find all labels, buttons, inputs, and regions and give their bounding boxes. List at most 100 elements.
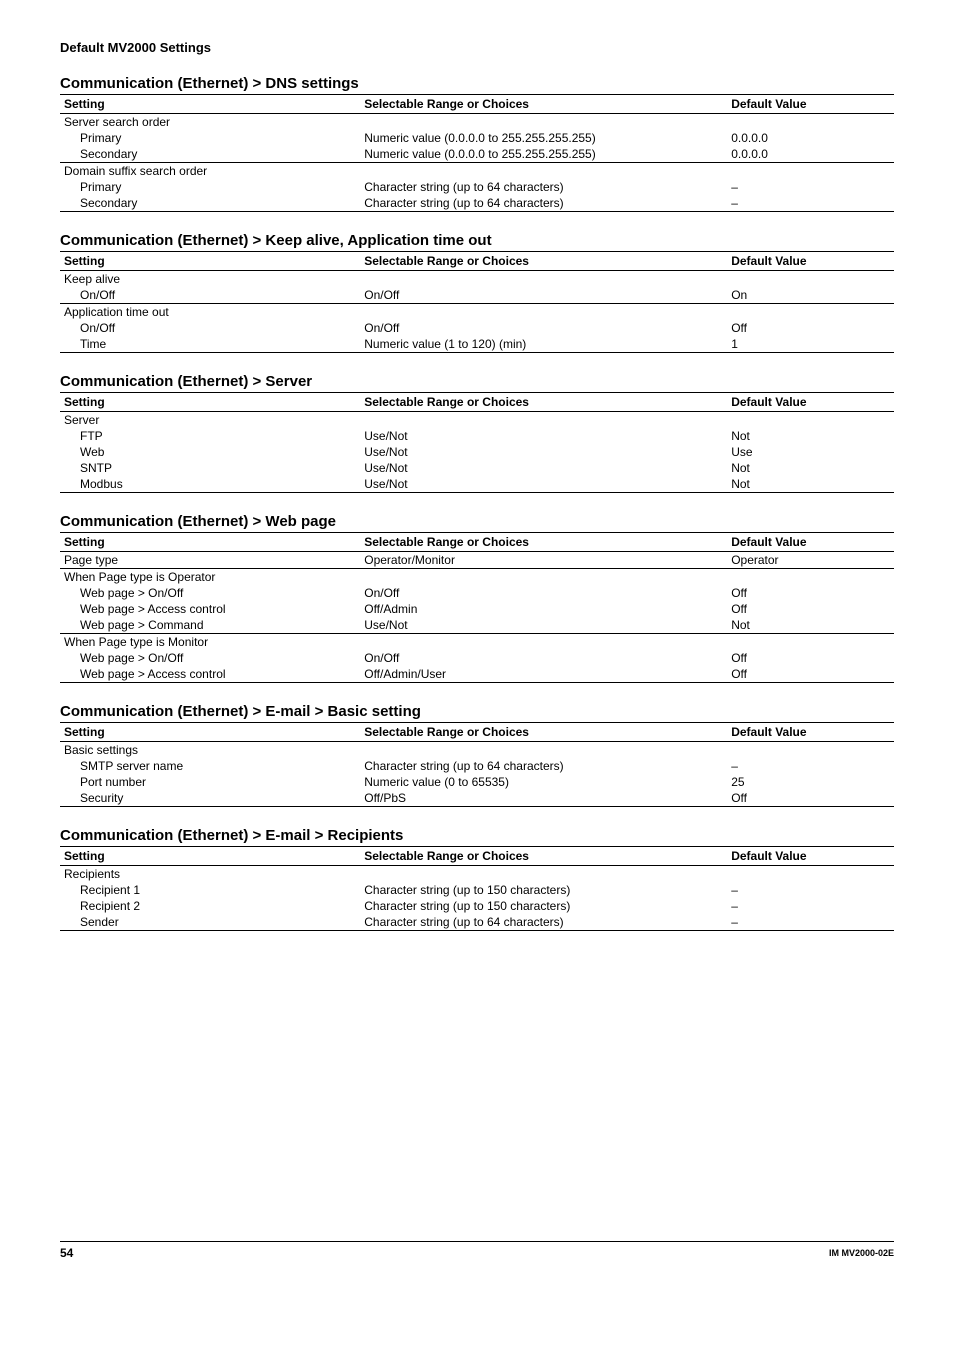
table-header-choices: Selectable Range or Choices: [360, 533, 727, 552]
section-title: Communication (Ethernet) > DNS settings: [60, 75, 894, 92]
section-title: Communication (Ethernet) > Web page: [60, 513, 894, 530]
section-title: Communication (Ethernet) > E-mail > Basi…: [60, 703, 894, 720]
sections-container: Communication (Ethernet) > DNS settings S…: [60, 75, 894, 931]
section-title: Communication (Ethernet) > E-mail > Reci…: [60, 827, 894, 844]
default-cell: Off: [727, 601, 894, 617]
table-row: SecurityOff/PbSOff: [60, 790, 894, 807]
table-row: SenderCharacter string (up to 64 charact…: [60, 914, 894, 931]
choices-cell: Use/Not: [360, 444, 727, 460]
default-cell: [727, 304, 894, 321]
default-cell: 0.0.0.0: [727, 130, 894, 146]
setting-cell: FTP: [60, 428, 360, 444]
settings-table: SettingSelectable Range or ChoicesDefaul…: [60, 94, 894, 212]
setting-cell: Keep alive: [60, 271, 360, 288]
setting-cell: Secondary: [60, 195, 360, 212]
default-cell: Not: [727, 428, 894, 444]
table-row: On/OffOn/OffOff: [60, 320, 894, 336]
setting-cell: Time: [60, 336, 360, 353]
setting-cell: Basic settings: [60, 742, 360, 759]
choices-cell: Use/Not: [360, 428, 727, 444]
table-row: When Page type is Monitor: [60, 634, 894, 651]
table-row: Web page > Access controlOff/Admin/UserO…: [60, 666, 894, 683]
table-row: On/OffOn/OffOn: [60, 287, 894, 304]
settings-table: SettingSelectable Range or ChoicesDefaul…: [60, 251, 894, 353]
table-header-choices: Selectable Range or Choices: [360, 252, 727, 271]
table-header-choices: Selectable Range or Choices: [360, 393, 727, 412]
table-header-setting: Setting: [60, 252, 360, 271]
default-cell: 1: [727, 336, 894, 353]
table-row: When Page type is Operator: [60, 569, 894, 586]
default-cell: –: [727, 758, 894, 774]
setting-cell: Recipient 1: [60, 882, 360, 898]
default-cell: Off: [727, 650, 894, 666]
choices-cell: [360, 114, 727, 131]
choices-cell: [360, 569, 727, 586]
document-id: IM MV2000-02E: [829, 1248, 894, 1258]
table-row: Port numberNumeric value (0 to 65535)25: [60, 774, 894, 790]
choices-cell: Numeric value (1 to 120) (min): [360, 336, 727, 353]
table-row: WebUse/NotUse: [60, 444, 894, 460]
setting-cell: Web page > Command: [60, 617, 360, 634]
choices-cell: Numeric value (0 to 65535): [360, 774, 727, 790]
choices-cell: On/Off: [360, 320, 727, 336]
choices-cell: On/Off: [360, 585, 727, 601]
default-cell: Operator: [727, 552, 894, 569]
setting-cell: On/Off: [60, 320, 360, 336]
choices-cell: Character string (up to 64 characters): [360, 914, 727, 931]
default-cell: [727, 569, 894, 586]
table-header-default: Default Value: [727, 393, 894, 412]
table-row: Web page > Access controlOff/AdminOff: [60, 601, 894, 617]
default-cell: Not: [727, 476, 894, 493]
table-header-default: Default Value: [727, 847, 894, 866]
choices-cell: Off/PbS: [360, 790, 727, 807]
table-row: Keep alive: [60, 271, 894, 288]
setting-cell: Primary: [60, 130, 360, 146]
setting-cell: Server search order: [60, 114, 360, 131]
table-row: Page typeOperator/MonitorOperator: [60, 552, 894, 569]
page-container: Default MV2000 Settings Communication (E…: [0, 0, 954, 1280]
default-cell: Off: [727, 320, 894, 336]
section-title: Communication (Ethernet) > Keep alive, A…: [60, 232, 894, 249]
default-cell: Use: [727, 444, 894, 460]
setting-cell: Domain suffix search order: [60, 163, 360, 180]
choices-cell: [360, 634, 727, 651]
table-row: Web page > CommandUse/NotNot: [60, 617, 894, 634]
default-cell: –: [727, 882, 894, 898]
choices-cell: Numeric value (0.0.0.0 to 255.255.255.25…: [360, 130, 727, 146]
table-row: Web page > On/OffOn/OffOff: [60, 585, 894, 601]
setting-cell: Primary: [60, 179, 360, 195]
table-row: Application time out: [60, 304, 894, 321]
default-cell: [727, 634, 894, 651]
choices-cell: Operator/Monitor: [360, 552, 727, 569]
setting-cell: Recipient 2: [60, 898, 360, 914]
default-cell: [727, 163, 894, 180]
table-header-default: Default Value: [727, 533, 894, 552]
choices-cell: [360, 412, 727, 429]
settings-table: SettingSelectable Range or ChoicesDefaul…: [60, 846, 894, 931]
default-cell: –: [727, 179, 894, 195]
default-cell: Off: [727, 585, 894, 601]
choices-cell: Character string (up to 64 characters): [360, 195, 727, 212]
choices-cell: On/Off: [360, 650, 727, 666]
choices-cell: Character string (up to 64 characters): [360, 758, 727, 774]
default-cell: [727, 114, 894, 131]
default-cell: On: [727, 287, 894, 304]
choices-cell: Off/Admin/User: [360, 666, 727, 683]
choices-cell: Numeric value (0.0.0.0 to 255.255.255.25…: [360, 146, 727, 163]
default-cell: [727, 412, 894, 429]
table-header-default: Default Value: [727, 95, 894, 114]
page-footer: 54 IM MV2000-02E: [60, 1241, 894, 1260]
table-row: Recipient 1Character string (up to 150 c…: [60, 882, 894, 898]
table-row: SMTP server nameCharacter string (up to …: [60, 758, 894, 774]
default-cell: [727, 866, 894, 883]
default-cell: 25: [727, 774, 894, 790]
choices-cell: [360, 866, 727, 883]
choices-cell: Character string (up to 150 characters): [360, 882, 727, 898]
choices-cell: On/Off: [360, 287, 727, 304]
document-header: Default MV2000 Settings: [60, 40, 894, 55]
setting-cell: On/Off: [60, 287, 360, 304]
table-row: Server: [60, 412, 894, 429]
default-cell: 0.0.0.0: [727, 146, 894, 163]
setting-cell: Modbus: [60, 476, 360, 493]
table-row: SecondaryNumeric value (0.0.0.0 to 255.2…: [60, 146, 894, 163]
